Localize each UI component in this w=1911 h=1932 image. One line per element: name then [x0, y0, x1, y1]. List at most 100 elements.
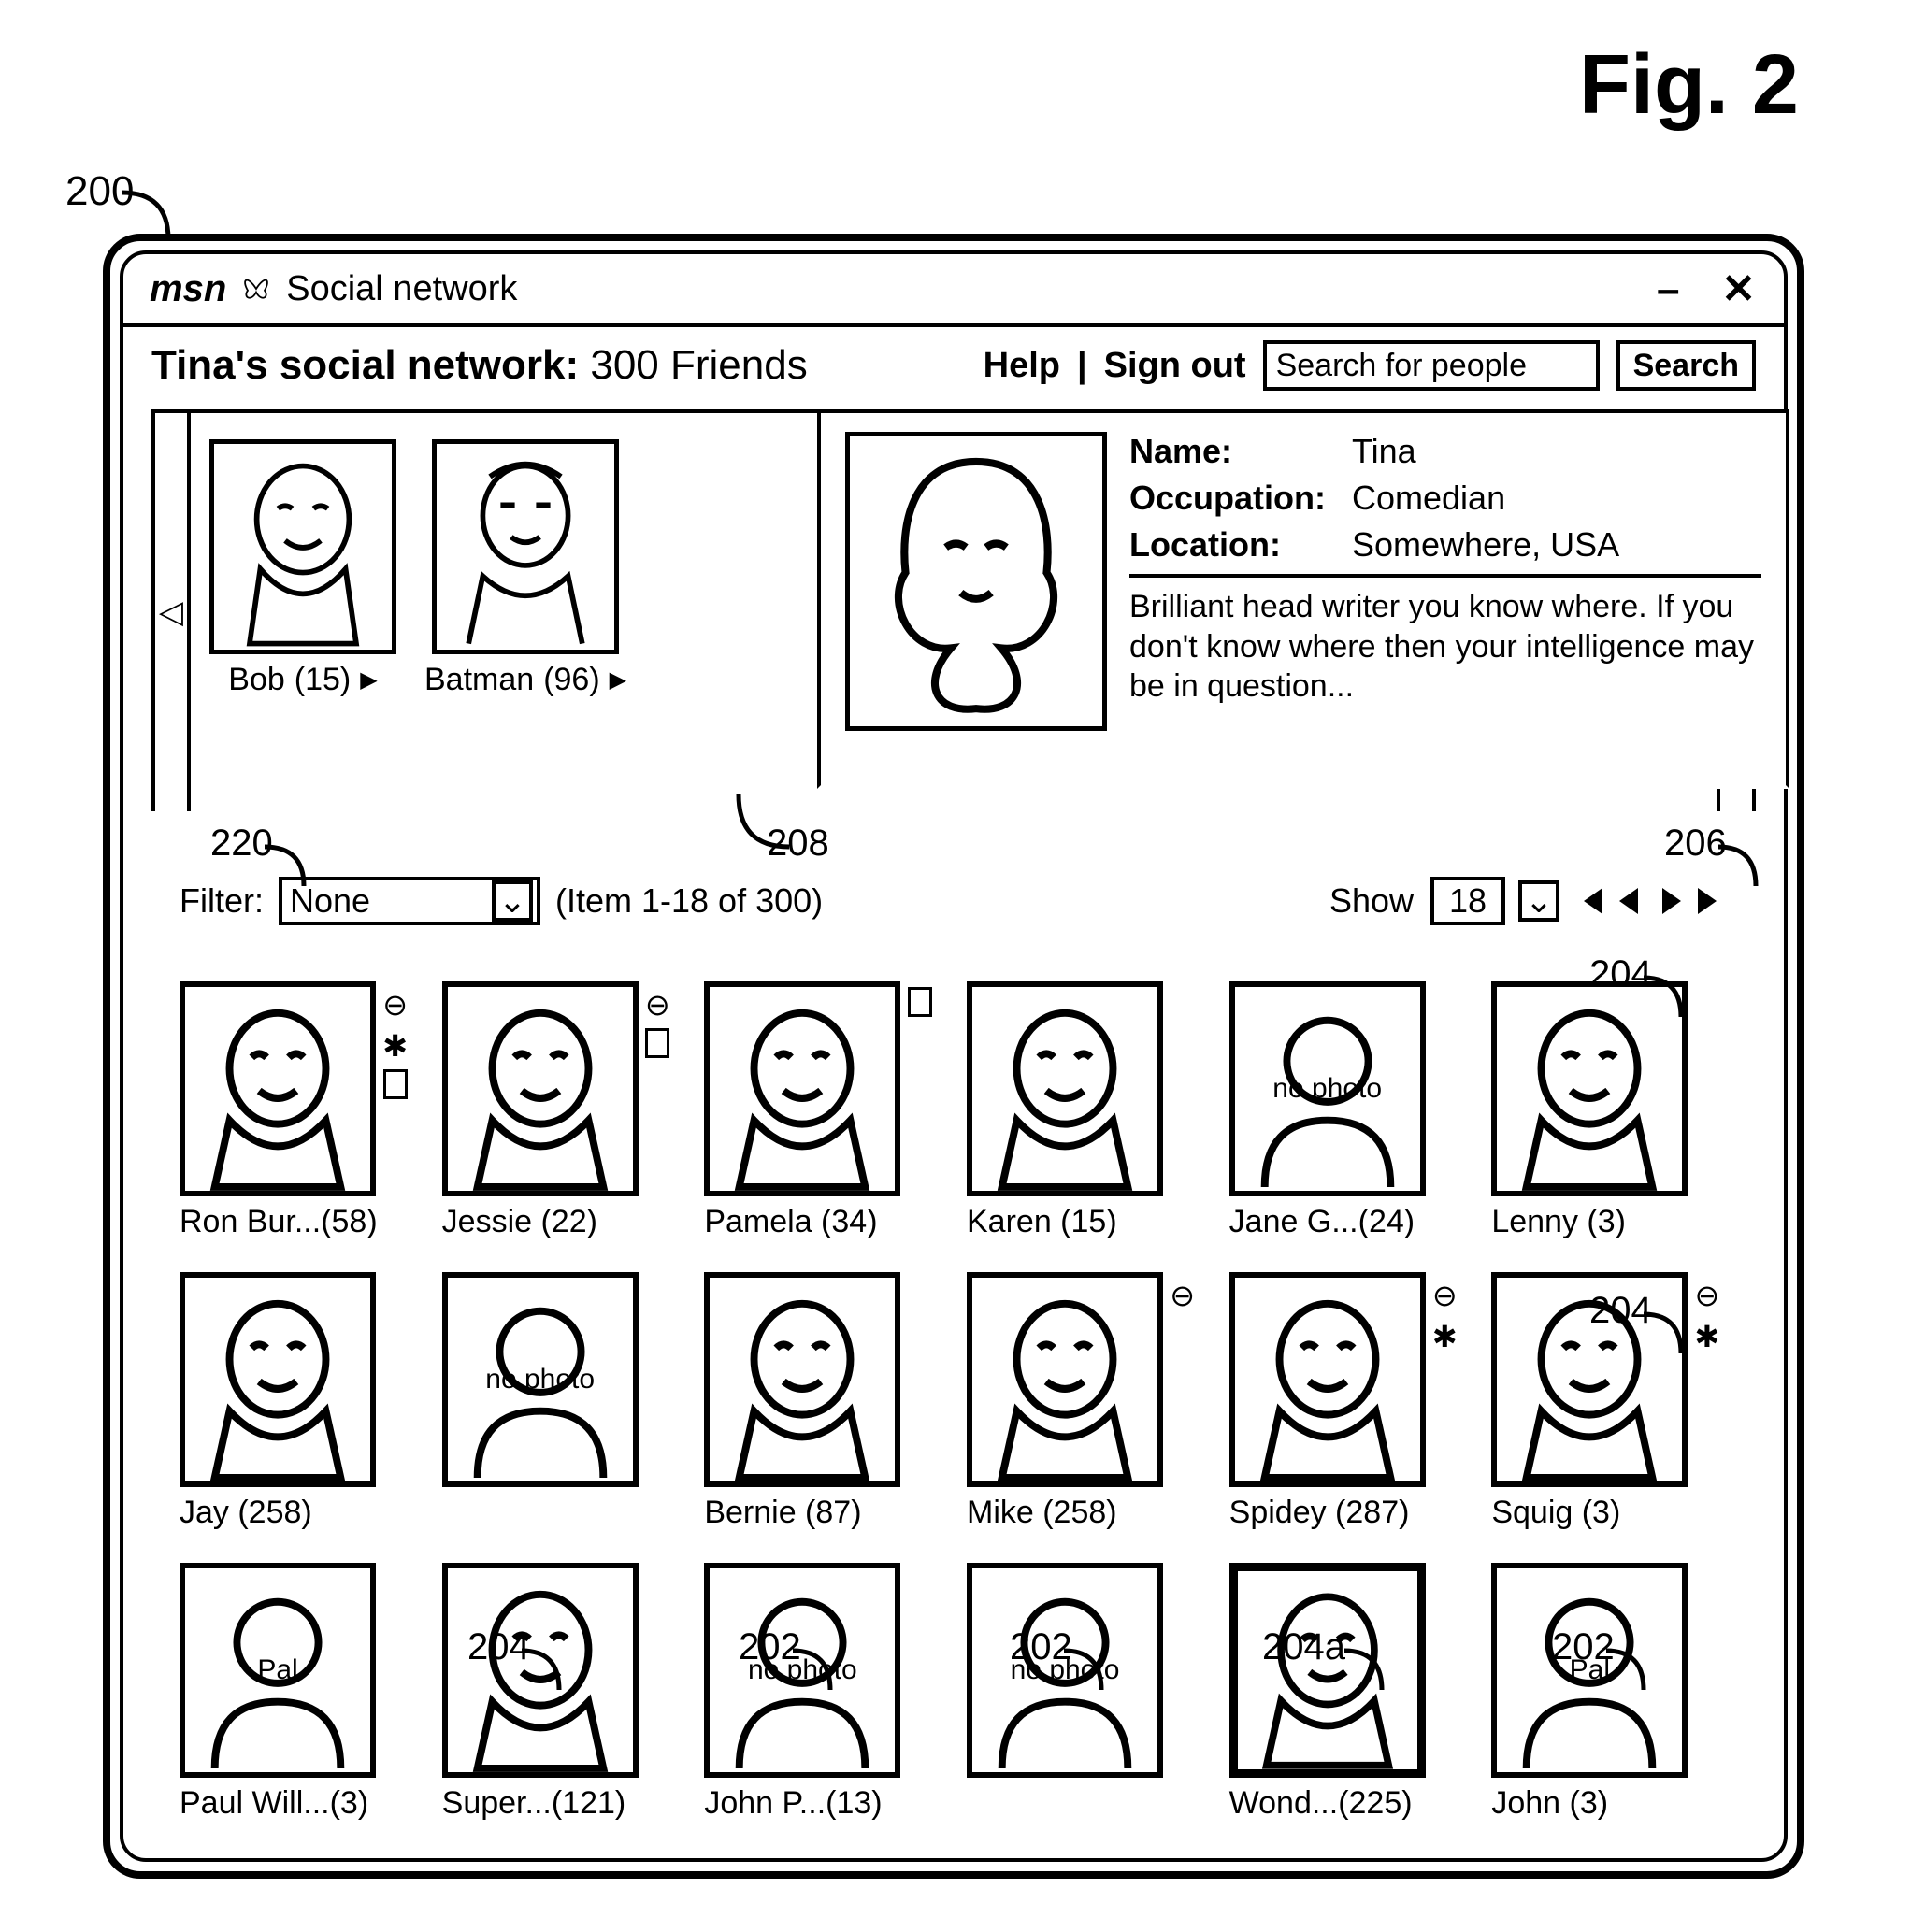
panel-prev-button[interactable]: ◁ — [155, 413, 191, 811]
callout-hook — [785, 1645, 841, 1701]
search-button[interactable]: Search — [1616, 340, 1756, 391]
face-sketch-icon — [448, 987, 633, 1191]
face-sketch-icon — [710, 1278, 895, 1481]
titlebar-left: msn Social network — [150, 268, 517, 310]
badge-stack: ⊖✱ — [1695, 1278, 1720, 1354]
friend-label: John P...(13) — [704, 1785, 882, 1822]
friend-label: Wond...(225) — [1229, 1785, 1413, 1822]
breadcrumb-label: Bob — [228, 662, 285, 698]
focus-card: Name: Tina Occupation: Comedian Location… — [817, 409, 1789, 789]
avatar — [704, 981, 900, 1196]
callout-hook — [1337, 1645, 1393, 1701]
badge-stack: ⊖✱ — [382, 987, 408, 1099]
avatar — [432, 439, 619, 654]
friend-label: Karen (15) — [967, 1204, 1117, 1240]
friend-cell[interactable]: no photo — [442, 1272, 679, 1531]
focus-avatar — [845, 432, 1107, 731]
breadcrumb-count: (96) — [543, 662, 599, 698]
friend-cell[interactable]: Jay (258) — [180, 1272, 416, 1531]
location-value: Somewhere, USA — [1352, 525, 1619, 565]
friend-cell[interactable]: ⊖ Mike (258) — [967, 1272, 1203, 1531]
friend-cell[interactable]: Bernie (87) — [704, 1272, 941, 1531]
friend-label: Ron Bur...(58) — [180, 1204, 378, 1240]
window-frame-outer: msn Social network – ✕ Tina's social net… — [103, 234, 1804, 1879]
breadcrumb-count: (15) — [295, 662, 351, 698]
friend-label: Lenny (3) — [1491, 1204, 1626, 1240]
owner-name-label: Tina's social network: — [151, 342, 579, 388]
first-page-button[interactable] — [1573, 882, 1610, 920]
avatar: Pal — [180, 1563, 376, 1778]
pager — [1573, 882, 1728, 920]
friend-cell[interactable]: Pal Paul Will...(3) — [180, 1563, 416, 1822]
friend-label: Squig (3) — [1491, 1495, 1620, 1531]
breadcrumb-item-1[interactable]: Batman (96) ▶ — [424, 439, 626, 698]
show-label: Show — [1329, 881, 1414, 921]
friend-cell[interactable]: Karen (15) — [967, 981, 1203, 1240]
minimize-button[interactable]: – — [1657, 266, 1681, 312]
friend-label: Paul Will...(3) — [180, 1785, 368, 1822]
friend-label: Mike (258) — [967, 1495, 1117, 1531]
search-input[interactable]: Search for people — [1263, 340, 1600, 391]
callout-hook — [1056, 1645, 1113, 1701]
show-value-box: 18 — [1430, 877, 1505, 925]
face-sketch-icon — [710, 987, 895, 1191]
note-icon — [908, 987, 932, 1017]
friend-label: Pamela (34) — [704, 1204, 877, 1240]
avatar: no photo — [1229, 981, 1426, 1196]
name-value: Tina — [1352, 432, 1416, 471]
friend-cell[interactable]: Pamela (34) — [704, 981, 941, 1240]
friend-cell[interactable]: no photoJane G...(24) — [1229, 981, 1466, 1240]
note-icon — [645, 1028, 669, 1058]
breadcrumb-item-0[interactable]: Bob (15) ▶ — [209, 439, 396, 698]
note-icon — [383, 1069, 408, 1099]
window-frame-inner: msn Social network – ✕ Tina's social net… — [120, 250, 1788, 1862]
callout-hook — [1711, 841, 1767, 897]
header-right: Help | Sign out Search for people Search — [984, 340, 1756, 391]
callout-hook — [1636, 1309, 1692, 1365]
divider — [1129, 574, 1761, 578]
friend-label: Super...(121) — [442, 1785, 626, 1822]
face-sketch-icon — [1235, 1278, 1420, 1481]
callout-hook — [514, 1645, 570, 1701]
nophoto-label: no photo — [448, 1278, 633, 1481]
block-icon: ⊖ — [1695, 1278, 1720, 1313]
face-sketch-icon — [437, 444, 614, 650]
friends-grid: ⊖✱Ron Bur...(58)⊖Jessie (22)Pamela (34)K… — [123, 935, 1784, 1850]
owner-count: 300 Friends — [590, 342, 807, 388]
focus-info: Name: Tina Occupation: Comedian Location… — [1129, 432, 1761, 778]
help-link[interactable]: Help — [984, 346, 1060, 386]
bio-text: Brilliant head writer you know where. If… — [1129, 587, 1761, 707]
nophoto-label: no photo — [1235, 987, 1420, 1191]
avatar — [209, 439, 396, 654]
block-icon: ⊖ — [382, 987, 408, 1023]
window-title: Social network — [286, 269, 517, 309]
callout-hook — [257, 841, 313, 897]
block-icon: ⊖ — [645, 987, 670, 1023]
friend-label: Bernie (87) — [704, 1495, 861, 1531]
star-icon: ✱ — [1432, 1319, 1458, 1354]
owner-title: Tina's social network: 300 Friends — [151, 342, 808, 389]
friend-cell[interactable]: ⊖Jessie (22) — [442, 981, 679, 1240]
show-select[interactable]: ⌄ — [1518, 880, 1559, 922]
block-icon: ⊖ — [1432, 1278, 1458, 1313]
badge-stack — [908, 987, 932, 1017]
occupation-label: Occupation: — [1129, 479, 1335, 518]
signout-link[interactable]: Sign out — [1104, 346, 1246, 386]
face-sketch-icon — [972, 1278, 1157, 1481]
block-icon: ⊖ — [1170, 1278, 1195, 1313]
window-controls: – ✕ — [1657, 265, 1758, 313]
avatar: ⊖✱ — [1229, 1272, 1426, 1487]
next-page-button[interactable] — [1651, 882, 1688, 920]
figure-label: Fig. 2 — [1579, 37, 1799, 134]
separator: | — [1077, 346, 1087, 386]
friend-label: John (3) — [1491, 1785, 1608, 1822]
close-button[interactable]: ✕ — [1721, 266, 1758, 312]
filter-select[interactable]: None ⌄ — [279, 877, 540, 925]
occupation-value: Comedian — [1352, 479, 1505, 518]
friend-cell[interactable]: Lenny (3) — [1491, 981, 1728, 1240]
header-row: Tina's social network: 300 Friends Help … — [123, 327, 1784, 409]
friend-cell[interactable]: ⊖✱Spidey (287) — [1229, 1272, 1466, 1531]
name-label: Name: — [1129, 432, 1335, 471]
prev-page-button[interactable] — [1612, 882, 1649, 920]
friend-cell[interactable]: ⊖✱ Ron Bur...(58) — [180, 981, 416, 1240]
